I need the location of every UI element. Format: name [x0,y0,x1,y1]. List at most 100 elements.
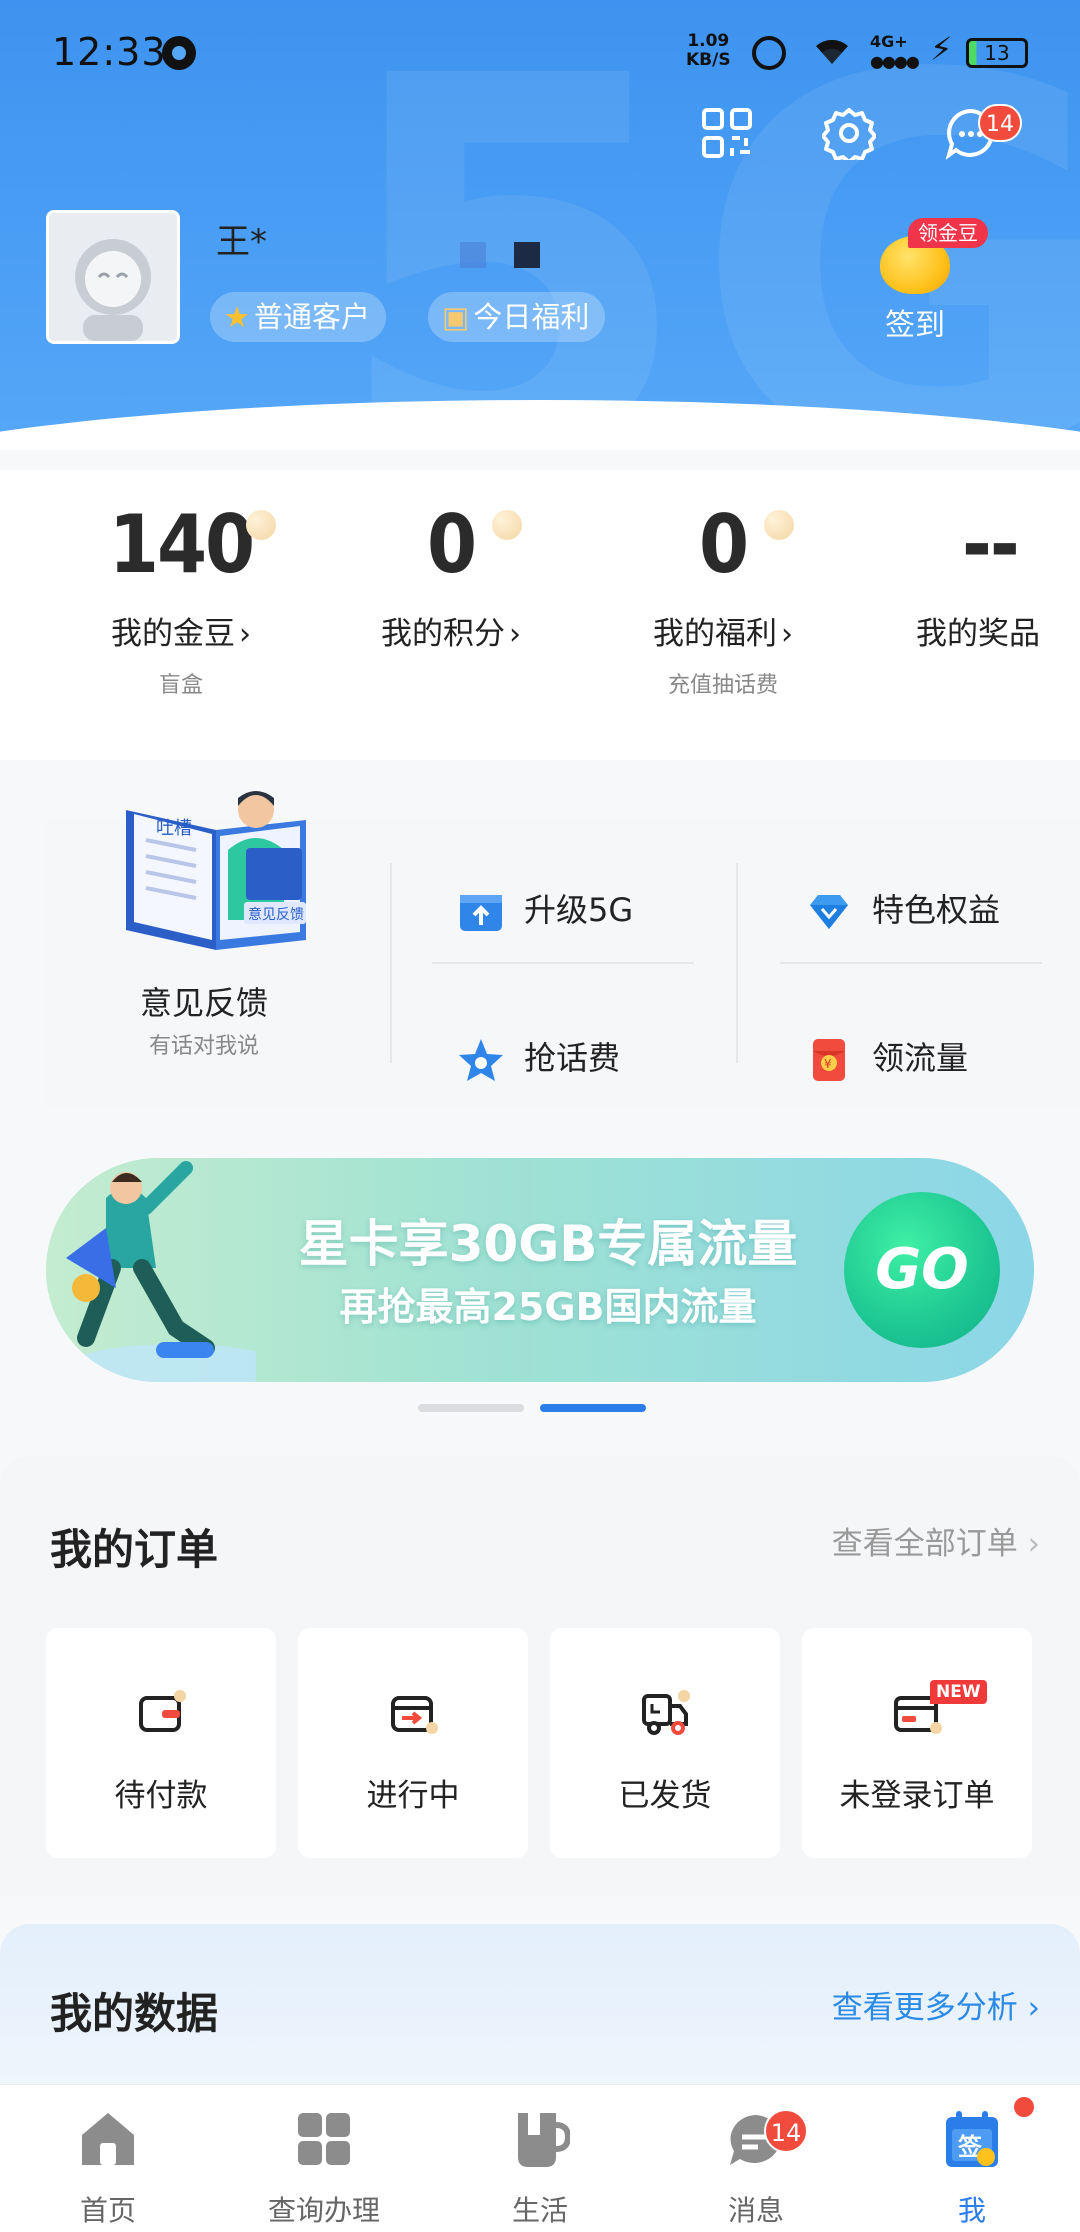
bottom-tab-bar: 首页 查询办理 生活 14 消息 签 我 [0,2084,1080,2232]
grab-credit-entry[interactable]: 抢话费 [458,1028,620,1088]
cup-icon [518,2113,570,2167]
feedback-title[interactable]: 意见反馈 [104,978,304,1024]
stats-row: 140 我的金豆 › 盲盒 0 我的积分 › 0 我的福利 › 充值抽话费 -- 我的… [0,470,1080,760]
customer-level-tag[interactable]: ★ 普通客户 [210,292,387,342]
stat-label-text: 我的福利 [653,616,777,652]
pagination-dot-active[interactable] [540,1404,646,1412]
tab-life[interactable]: 生活 [432,2085,648,2232]
stat-value: -- [962,498,1020,591]
divider [736,863,738,1063]
banner-pagination [418,1404,648,1412]
coin-icon [246,510,276,540]
red-packet-icon: ¥ [813,1039,845,1081]
my-data-title: 我的数据 [50,1989,219,2038]
diamond-icon [810,895,848,929]
tab-label: 消息 [727,2194,784,2227]
tab-message-badge: 14 [764,2109,808,2153]
stat-label: 我的积分 › [316,608,586,653]
go-button[interactable]: GO [844,1192,1000,1348]
tab-notification-dot [1012,2095,1036,2119]
coin-icon [764,510,794,540]
redaction-mark [460,242,486,268]
view-all-orders-link[interactable]: 查看全部订单 › [832,1518,1040,1563]
star-icon [459,1039,503,1081]
chevron-right-icon: › [1027,1526,1040,1562]
signin-promo-tag: 领金豆 [908,218,988,248]
order-shipped[interactable]: 已发货 [550,1628,780,1858]
avatar[interactable] [46,210,180,344]
view-more-analysis-label: 查看更多分析 [831,1990,1018,2026]
banner-main-text: 星卡享30GB专属流量 [298,1215,798,1273]
charging-icon: ⚡ [930,30,953,68]
tab-messages[interactable]: 14 消息 [648,2085,864,2232]
network-speed: 1.09 KB/S [686,32,731,70]
tab-label: 查询办理 [267,2194,380,2227]
gift-icon: ▣ [442,300,470,334]
signin-button[interactable]: 签到 [882,300,948,344]
chevron-right-icon: › [509,617,521,652]
order-in-progress[interactable]: 进行中 [298,1628,528,1858]
message-badge: 14 [978,104,1022,142]
special-rights-entry[interactable]: 特色权益 [806,880,1000,940]
stat-label: 我的奖品 [862,608,1080,653]
network-type: 4G+ [870,32,908,51]
qr-code-icon[interactable] [700,106,754,160]
stat-value: 0 [426,498,477,591]
pagination-dot[interactable] [418,1404,524,1412]
battery-icon: 13 [966,38,1028,68]
coin-icon [492,510,522,540]
signal-icon: ●●●● [870,52,920,71]
chevron-right-icon: › [781,617,793,652]
upgrade-5g-entry[interactable]: 升级5G [458,880,633,940]
tab-label: 我 [957,2194,986,2227]
daily-benefit-tag[interactable]: ▣ 今日福利 [428,292,606,342]
runner-illustration [66,1161,256,1382]
stat-label-text: 我的积分 [381,616,505,652]
order-label: 已发货 [618,1778,712,1814]
stat-value: 140 [108,498,255,591]
my-data-section: 我的数据 查看更多分析 › [0,1924,1080,2084]
order-label: 进行中 [366,1778,460,1814]
stat-label: 我的金豆 › [46,608,316,653]
truck-icon [642,1690,690,1735]
quick-entries: 吐槽 意见反馈 意见反馈 有话对我说 升级5G 特色权益 抢话费 ¥ 领流量 [46,791,1080,1108]
stat-label-text: 我的奖品 [916,616,1040,652]
tab-home[interactable]: 首页 [0,2085,216,2232]
get-data-label: 领流量 [872,1039,969,1077]
special-rights-label: 特色权益 [872,891,1001,929]
customer-level-label: 普通客户 [254,300,371,334]
get-data-entry[interactable]: ¥ 领流量 [806,1028,968,1088]
new-badge: NEW [930,1680,987,1704]
promo-banner[interactable]: 星卡享30GB专属流量 再抢最高25GB国内流量 GO [46,1158,1034,1382]
stat-prizes[interactable]: -- 我的奖品 [862,470,1080,653]
stat-gold-beans[interactable]: 140 我的金豆 › 盲盒 [46,470,316,699]
wallet-icon [139,1690,186,1732]
order-not-logged-in[interactable]: NEW 未登录订单 [802,1628,1032,1858]
svg-text:¥: ¥ [824,1057,832,1071]
profile-page: 5G 12:33 1.09 KB/S 4G+ ●●●● ⚡ 13 14 王* ★… [0,0,1080,2232]
upgrade-5g-label: 升级5G [524,891,634,929]
daily-benefit-label: 今日福利 [473,300,590,334]
divider [432,962,694,964]
orders-title: 我的订单 [50,1525,219,1574]
feedback-book-illustration[interactable]: 吐槽 意见反馈 [116,790,326,960]
order-pending-payment[interactable]: 待付款 [46,1628,276,1858]
divider [390,863,392,1063]
tab-me[interactable]: 签 我 [864,2085,1080,2232]
view-more-analysis-link[interactable]: 查看更多分析 › [832,1982,1040,2027]
chevron-right-icon: › [1027,1990,1040,2026]
tab-query[interactable]: 查询办理 [216,2085,432,2232]
order-label: 待付款 [114,1778,208,1814]
stat-points[interactable]: 0 我的积分 › [316,470,586,667]
order-label: 未登录订单 [839,1778,995,1814]
banner-sub-text: 再抢最高25GB国内流量 [339,1285,757,1329]
calendar-sign-icon: 签 [946,2111,998,2167]
stat-welfare[interactable]: 0 我的福利 › 充值抽话费 [588,470,858,699]
upgrade-icon [460,895,502,931]
view-all-orders-label: 查看全部订单 [831,1526,1018,1562]
grid-icon [298,2113,350,2165]
gear-icon[interactable] [822,106,876,160]
app-notification-icon [162,36,196,70]
wifi-icon [812,34,852,77]
book-feedback-label: 意见反馈 [248,906,304,923]
